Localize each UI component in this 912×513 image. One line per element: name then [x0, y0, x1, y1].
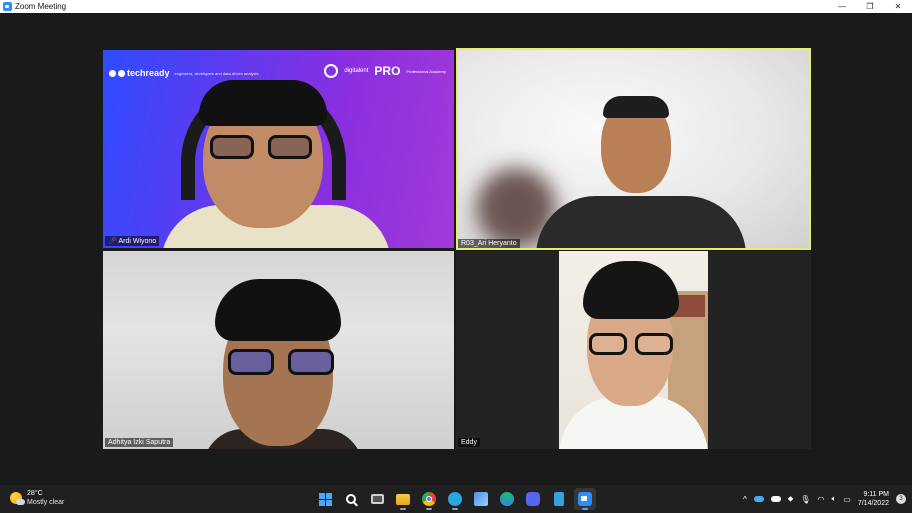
zoom-taskbar-button[interactable]	[574, 488, 596, 510]
techready-logo: techready engineers, developers and data…	[109, 68, 259, 78]
notepad-button[interactable]	[548, 488, 570, 510]
digitalent-logo: digitalent	[344, 68, 369, 74]
file-explorer-icon	[396, 493, 410, 505]
video-tile-ardi[interactable]: techready engineers, developers and data…	[103, 50, 454, 248]
chrome-icon	[422, 492, 436, 506]
video-tile-eddy[interactable]: Eddy	[456, 251, 811, 449]
restore-button[interactable]: ❐	[856, 0, 884, 13]
participant-body	[536, 196, 746, 250]
zoom-icon	[3, 2, 12, 11]
task-view-icon	[370, 494, 384, 504]
edge-icon	[500, 492, 514, 506]
photos-icon	[474, 492, 488, 506]
taskbar: 28°C Mostly clear ^ ⬥ 🎙︎ ◠ 🔈︎ ▭ 9:11 PM …	[0, 485, 912, 513]
clock-date: 7/14/2022	[857, 500, 889, 507]
edge-button[interactable]	[496, 488, 518, 510]
search-icon	[346, 494, 356, 504]
glasses	[228, 349, 338, 377]
participant-hair	[583, 261, 679, 319]
start-button[interactable]	[314, 488, 336, 510]
task-view-button[interactable]	[366, 488, 388, 510]
participant-hair	[215, 279, 341, 341]
participant-hair	[199, 80, 327, 126]
mic-off-icon: 🎤︎	[108, 238, 117, 245]
weather-condition: Mostly clear	[27, 499, 65, 506]
dropbox-icon[interactable]: ⬥	[788, 494, 794, 504]
sponsor-logos: digitalent PRO Professional Academy	[324, 64, 446, 78]
pro-logo: PRO	[374, 64, 401, 78]
wifi-icon[interactable]: ◠	[817, 495, 824, 504]
weather-moon-cloud-icon	[10, 492, 25, 505]
pro-subtitle: Professional Academy	[406, 68, 446, 74]
close-button[interactable]: ✕	[884, 0, 912, 13]
clock[interactable]: 9:11 PM 7/14/2022	[858, 490, 889, 508]
glasses	[589, 333, 675, 357]
discord-icon	[526, 492, 540, 506]
kominfo-logo	[324, 64, 339, 78]
file-explorer-button[interactable]	[392, 488, 414, 510]
video-tile-ari[interactable]: R03_Ari Heryanto	[456, 48, 811, 250]
clock-time: 9:11 PM	[863, 491, 889, 498]
notification-badge[interactable]: 3	[896, 494, 906, 504]
telegram-icon	[448, 492, 462, 506]
video-tile-adhitya[interactable]: Adhitya Izki Saputra	[103, 251, 454, 449]
onedrive-personal-icon[interactable]	[770, 496, 781, 502]
meeting-gallery: techready engineers, developers and data…	[0, 13, 912, 485]
window-title: Zoom Meeting	[15, 2, 67, 11]
participant-name-tag: Eddy	[458, 438, 480, 447]
show-hidden-icons-chevron-up-icon[interactable]: ^	[743, 495, 747, 504]
minimize-button[interactable]: —	[828, 0, 856, 13]
discord-button[interactable]	[522, 488, 544, 510]
telegram-button[interactable]	[444, 488, 466, 510]
weather-widget[interactable]: 28°C Mostly clear	[10, 489, 64, 507]
participant-hair	[603, 96, 669, 118]
taskbar-apps	[314, 488, 596, 510]
participant-name-tag: 🎤︎ Ardi Wiyono	[105, 236, 160, 246]
system-tray: ^ ⬥ 🎙︎ ◠ 🔈︎ ▭ 9:11 PM 7/14/2022 3	[743, 485, 906, 513]
battery-icon[interactable]: ▭	[843, 495, 851, 504]
weather-temperature: 28°C	[27, 490, 43, 497]
participant-video	[559, 251, 708, 449]
volume-icon[interactable]: 🔈︎	[831, 494, 836, 504]
zoom-icon	[578, 492, 592, 506]
window-controls: — ❐ ✕	[828, 0, 912, 13]
participant-name-tag: Adhitya Izki Saputra	[105, 438, 174, 447]
glasses	[210, 135, 318, 161]
title-bar: Zoom Meeting — ❐ ✕	[0, 0, 912, 13]
notepad-icon	[554, 492, 564, 506]
search-button[interactable]	[340, 488, 362, 510]
participant-name-tag: R03_Ari Heryanto	[458, 239, 520, 248]
microphone-icon[interactable]: 🎙︎	[800, 495, 810, 504]
photos-button[interactable]	[470, 488, 492, 510]
windows-start-icon	[318, 492, 332, 506]
onedrive-icon[interactable]	[753, 496, 764, 502]
chrome-button[interactable]	[418, 488, 440, 510]
